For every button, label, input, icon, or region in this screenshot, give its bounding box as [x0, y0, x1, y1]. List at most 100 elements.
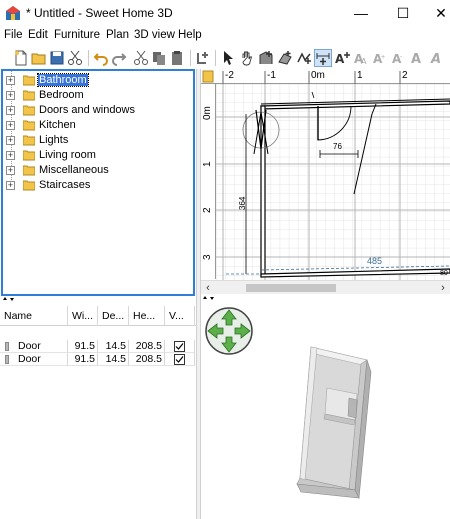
close-button[interactable]: ✕	[424, 2, 450, 24]
furniture-height: 208.5	[129, 353, 165, 366]
dimension-label: 80	[440, 270, 448, 277]
category-label: Staircases	[39, 179, 91, 191]
scroll-left-icon[interactable]: ‹	[201, 281, 215, 294]
folder-icon	[23, 150, 35, 161]
increase-text-icon[interactable]: A +	[371, 49, 389, 67]
expand-icon[interactable]: +	[6, 106, 15, 115]
pan-icon[interactable]	[238, 49, 256, 67]
select-icon[interactable]	[219, 49, 237, 67]
column-height[interactable]: He...	[129, 306, 165, 326]
open-icon[interactable]	[30, 49, 48, 67]
svg-text:-: -	[400, 54, 403, 61]
decrease-text-icon[interactable]: A-	[390, 49, 408, 67]
add-text-icon[interactable]: A	[333, 49, 351, 67]
catalog-category-living-room[interactable]: + Living room	[3, 148, 193, 163]
expand-icon[interactable]: +	[6, 136, 15, 145]
expand-icon[interactable]: +	[6, 166, 15, 175]
svg-text:A: A	[430, 52, 441, 66]
furniture-name: Door	[18, 340, 41, 352]
dimension-label: 76	[333, 142, 342, 151]
menu-3d-view[interactable]: 3D view	[134, 29, 175, 41]
add-furniture-icon[interactable]	[194, 49, 212, 67]
catalog-category-lights[interactable]: + Lights	[3, 133, 193, 148]
scroll-right-icon[interactable]: ›	[436, 281, 450, 294]
category-label: Miscellaneous	[39, 164, 109, 176]
ruler-corner-icon	[202, 70, 214, 83]
menu-furniture[interactable]: Furniture	[54, 29, 100, 41]
svg-text:A: A	[335, 52, 345, 66]
cut-icon[interactable]	[132, 49, 150, 67]
furniture-depth: 14.5	[98, 353, 129, 366]
column-width[interactable]: Wi...	[68, 306, 98, 326]
column-name[interactable]: Name	[0, 306, 68, 326]
furniture-catalog-tree[interactable]: + Bathroom + Bedroom + Doors and windows…	[1, 69, 195, 296]
window-title: * Untitled - Sweet Home 3D	[26, 6, 173, 20]
expand-icon[interactable]: +	[6, 76, 15, 85]
folder-icon	[23, 120, 35, 131]
furniture-list[interactable]: Name Wi... De... He... V... Door 91.5 14…	[0, 304, 196, 519]
create-walls-icon[interactable]	[257, 49, 275, 67]
paste-icon[interactable]	[168, 49, 186, 67]
furniture-depth: 14.5	[98, 340, 129, 353]
door-icon	[5, 342, 9, 351]
undo-icon[interactable]	[92, 49, 110, 67]
ruler-label: -2	[225, 70, 234, 81]
3d-view[interactable]	[201, 302, 450, 519]
expand-icon[interactable]: +	[6, 91, 15, 100]
create-rooms-icon[interactable]	[276, 49, 294, 67]
split-arrows-icon[interactable]	[2, 296, 16, 302]
table-row[interactable]: Door 91.5 14.5 208.5	[0, 340, 196, 353]
plan-view[interactable]: -2 -1 0m 1 2 0m 1 2 3 76 485 364 80 ‹ ›	[201, 69, 450, 294]
folder-icon	[23, 105, 35, 116]
furniture-table-header: Name Wi... De... He... V...	[0, 306, 196, 326]
table-row[interactable]: Door 91.5 14.5 208.5	[0, 353, 196, 366]
bold-text-icon[interactable]: A	[409, 49, 427, 67]
create-polylines-icon[interactable]	[295, 49, 313, 67]
sweet-home-app-icon	[6, 6, 20, 20]
redo-icon[interactable]	[110, 49, 128, 67]
catalog-category-bathroom[interactable]: + Bathroom	[3, 73, 193, 88]
expand-icon[interactable]: +	[6, 151, 15, 160]
menu-edit[interactable]: Edit	[28, 29, 48, 41]
cut-preferences-icon[interactable]	[66, 49, 84, 67]
expand-icon[interactable]: +	[6, 121, 15, 130]
furniture-name: Door	[18, 353, 41, 365]
folder-icon	[23, 180, 35, 191]
furniture-width: 91.5	[68, 340, 98, 353]
3d-house-model[interactable]	[201, 302, 450, 519]
folder-icon	[23, 75, 35, 86]
ruler-label: 1	[357, 70, 363, 81]
column-depth[interactable]: De...	[98, 306, 129, 326]
menu-plan[interactable]: Plan	[106, 29, 129, 41]
new-home-icon[interactable]	[12, 49, 30, 67]
minimize-button[interactable]: —	[344, 2, 378, 24]
copy-icon[interactable]	[150, 49, 168, 67]
expand-icon[interactable]: +	[6, 181, 15, 190]
ruler-label: 1	[202, 161, 213, 167]
maximize-button[interactable]: ☐	[386, 2, 420, 24]
ruler-label: -1	[267, 70, 276, 81]
column-visible[interactable]: V...	[165, 306, 195, 326]
catalog-category-bedroom[interactable]: + Bedroom	[3, 88, 193, 103]
plan-3d-splitter[interactable]	[201, 294, 450, 302]
catalog-category-kitchen[interactable]: + Kitchen	[3, 118, 193, 133]
catalog-category-doors-and-windows[interactable]: + Doors and windows	[3, 103, 193, 118]
menu-file[interactable]: File	[4, 29, 23, 41]
catalog-category-staircases[interactable]: + Staircases	[3, 178, 193, 193]
text-style-icon[interactable]: AA	[352, 49, 370, 67]
catalog-furniture-splitter[interactable]	[0, 296, 196, 304]
italic-text-icon[interactable]: A	[428, 49, 446, 67]
visible-checkbox[interactable]	[174, 354, 185, 365]
catalog-category-miscellaneous[interactable]: + Miscellaneous	[3, 163, 193, 178]
visible-checkbox[interactable]	[174, 341, 185, 352]
save-icon[interactable]	[48, 49, 66, 67]
dimension-label: 485	[367, 256, 383, 266]
split-arrows-icon[interactable]	[202, 295, 216, 301]
plan-horizontal-scrollbar[interactable]: ‹ ›	[201, 280, 450, 294]
toolbar: A AA A + A- A A	[0, 47, 450, 69]
category-label: Bathroom	[37, 73, 89, 87]
create-dimensions-icon[interactable]	[314, 49, 332, 67]
menu-help[interactable]: Help	[178, 29, 202, 41]
plan-drawing-area[interactable]: 76 485 364 80	[216, 84, 450, 280]
scrollbar-thumb[interactable]	[246, 284, 336, 292]
